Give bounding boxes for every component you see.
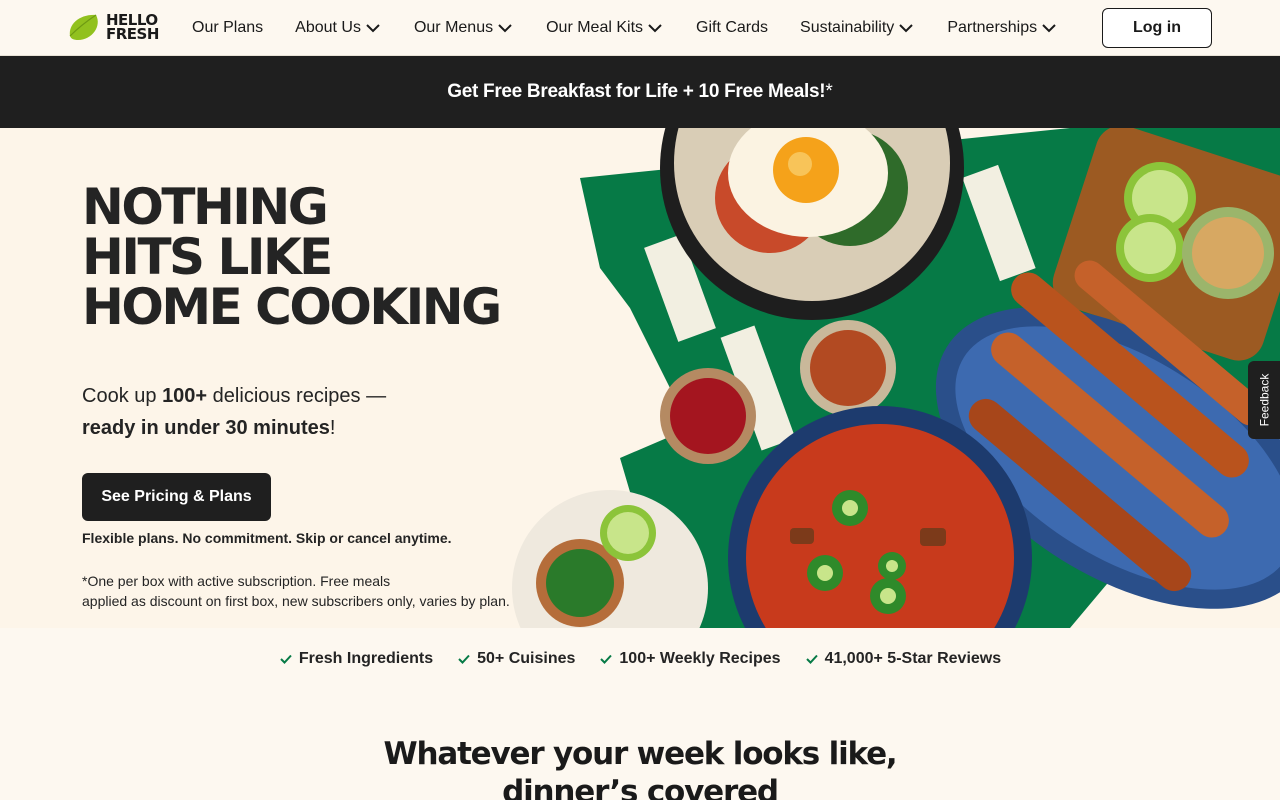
nav-gift-cards[interactable]: Gift Cards bbox=[696, 19, 768, 37]
hero-subtitle: Cook up 100+ delicious recipes — ready i… bbox=[82, 380, 386, 444]
nav-label: Our Meal Kits bbox=[546, 19, 644, 36]
hero-title-line: HITS LIKE bbox=[82, 228, 333, 286]
hero-food-image bbox=[512, 128, 1280, 628]
checkmark-icon bbox=[280, 654, 292, 664]
usp-item: 41,000+ 5-Star Reviews bbox=[805, 650, 1002, 668]
section-title: Whatever your week looks like, dinner’s … bbox=[0, 735, 1280, 800]
hero-title-line: HOME COOKING bbox=[82, 278, 502, 336]
nav-label: Gift Cards bbox=[696, 19, 769, 36]
hero-title-line: NOTHING bbox=[82, 178, 329, 236]
hero-title: NOTHING HITS LIKE HOME COOKING bbox=[82, 178, 502, 336]
disclaimer-line: *One per box with active subscription. F… bbox=[82, 573, 391, 589]
nav-about-us[interactable]: About Us bbox=[295, 19, 382, 37]
nav-label: About Us bbox=[295, 19, 361, 36]
checkmark-icon bbox=[458, 654, 470, 664]
flexible-plans-note: Flexible plans. No commitment. Skip or c… bbox=[82, 530, 452, 546]
hero-section: NOTHING HITS LIKE HOME COOKING Cook up 1… bbox=[0, 128, 1280, 628]
sub-pre: Cook up bbox=[82, 385, 163, 407]
sub-bold: 100+ bbox=[162, 385, 208, 407]
chevron-down-icon bbox=[1042, 24, 1056, 33]
nav-label: Partnerships bbox=[947, 19, 1038, 36]
chevron-down-icon bbox=[899, 24, 914, 33]
nav-our-meal-kits[interactable]: Our Meal Kits bbox=[546, 19, 664, 37]
usp-label: Fresh Ingredients bbox=[298, 650, 434, 667]
chevron-down-icon bbox=[366, 24, 380, 33]
nav-partnerships[interactable]: Partnerships bbox=[947, 19, 1058, 37]
feedback-tab[interactable]: Feedback bbox=[1248, 361, 1280, 439]
sub-line2-post: ! bbox=[329, 417, 336, 439]
nav-label: Our Menus bbox=[413, 19, 494, 36]
usp-label: 100+ Weekly Recipes bbox=[619, 650, 781, 667]
promo-banner[interactable]: Get Free Breakfast for Life + 10 Free Me… bbox=[0, 56, 1280, 128]
usp-item: 50+ Cuisines bbox=[457, 650, 575, 668]
login-button[interactable]: Log in bbox=[1102, 8, 1212, 48]
disclaimer-line: applied as discount on first box, new su… bbox=[82, 593, 510, 609]
lime-logo-icon bbox=[69, 14, 98, 40]
nav-our-menus[interactable]: Our Menus bbox=[414, 19, 514, 37]
promo-text: Get Free Breakfast for Life + 10 Free Me… bbox=[447, 81, 826, 102]
checkmark-icon bbox=[600, 654, 613, 664]
nav-label: Our Plans bbox=[192, 19, 264, 36]
section-title-line: dinner’s covered bbox=[502, 774, 779, 800]
usp-row: Fresh Ingredients 50+ Cuisines 100+ Week… bbox=[0, 628, 1280, 690]
usp-label: 50+ Cuisines bbox=[477, 650, 576, 667]
nav-label: Sustainability bbox=[800, 19, 895, 36]
chevron-down-icon bbox=[648, 24, 662, 33]
chevron-down-icon bbox=[498, 24, 512, 33]
sub-post: delicious recipes — bbox=[207, 385, 387, 407]
see-pricing-button[interactable]: See Pricing & Plans bbox=[82, 473, 271, 521]
nav-our-plans[interactable]: Our Plans bbox=[192, 19, 263, 37]
sub-line2-bold: ready in under 30 minutes bbox=[82, 417, 330, 439]
usp-label: 41,000+ 5-Star Reviews bbox=[824, 650, 1002, 667]
section-title-line: Whatever your week looks like, bbox=[383, 736, 897, 772]
site-header: HELLO FRESH Our Plans About Us Our Menus… bbox=[0, 0, 1280, 56]
usp-item: Fresh Ingredients bbox=[279, 650, 433, 668]
feedback-label: Feedback bbox=[1257, 373, 1272, 427]
hellofresh-logo[interactable]: HELLO FRESH bbox=[66, 12, 159, 42]
main-nav: Our Plans About Us Our Menus Our Meal Ki… bbox=[192, 0, 1090, 56]
promo-asterisk: * bbox=[825, 81, 833, 102]
nav-sustainability[interactable]: Sustainability bbox=[800, 19, 915, 37]
logo-wordmark: HELLO FRESH bbox=[106, 13, 159, 43]
offer-disclaimer: *One per box with active subscription. F… bbox=[82, 571, 512, 611]
checkmark-icon bbox=[805, 654, 818, 664]
logo-line-2: FRESH bbox=[106, 25, 159, 43]
usp-item: 100+ Weekly Recipes bbox=[599, 650, 781, 668]
